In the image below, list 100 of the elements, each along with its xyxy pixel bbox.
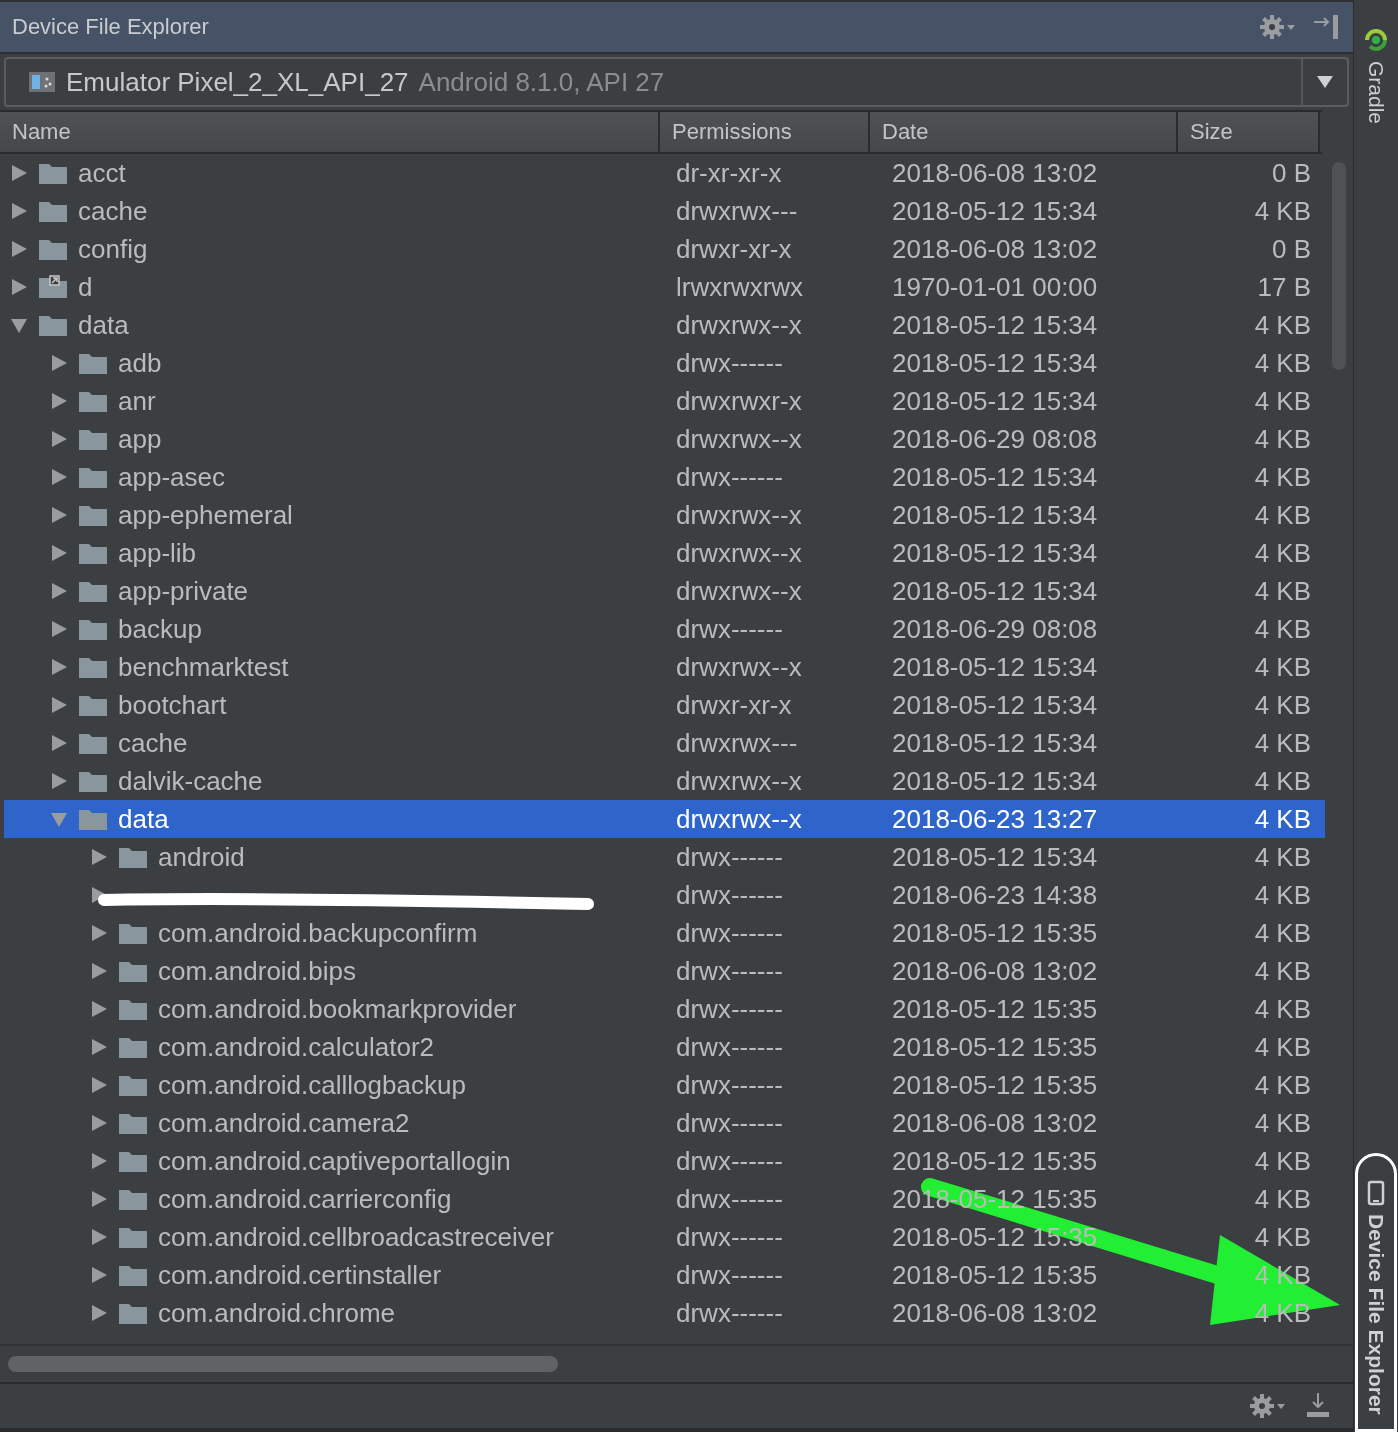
file-name: com.android.calculator2 bbox=[158, 1031, 435, 1063]
tree-row[interactable]: d lrwxrwxrwx 1970-01-01 00:00 17 B bbox=[4, 268, 1325, 306]
file-name: data bbox=[78, 309, 129, 341]
size-cell-text: 4 KB bbox=[1253, 499, 1312, 531]
permissions-cell-text: drwx------ bbox=[675, 1221, 784, 1253]
tree-row[interactable]: acct dr-xr-xr-x 2018-06-08 13:02 0 B bbox=[4, 154, 1325, 192]
tree-row[interactable]: anr drwxrwxr-x 2018-05-12 15:34 4 KB bbox=[4, 382, 1325, 420]
tree-row[interactable]: adb drwx------ 2018-05-12 15:34 4 KB bbox=[4, 344, 1325, 382]
device-dropdown[interactable]: Emulator Pixel_2_XL_API_27 Android 8.1.0, API 27 bbox=[4, 57, 1349, 107]
size-cell-text: 4 KB bbox=[1253, 841, 1312, 873]
column-header[interactable]: Name bbox=[0, 112, 660, 152]
tree-row[interactable]: com.android.bips drwx------ 2018-06-08 13:02 4 KB bbox=[4, 952, 1325, 990]
size-cell-text: 4 KB bbox=[1253, 385, 1312, 417]
permissions-cell-text: drwxrwxr-x bbox=[675, 385, 803, 417]
folder-icon bbox=[118, 997, 148, 1021]
permissions-cell-text: drwxrwx--- bbox=[675, 727, 799, 759]
tree-row[interactable]: benchmarktest drwxrwx--x 2018-05-12 15:34 4 KB bbox=[4, 648, 1325, 686]
permissions-cell-text: drwxrwx--x bbox=[675, 499, 803, 531]
tree-row[interactable]: com.android.calllogbackup drwx------ 2018-05-12 15:35 4 KB bbox=[4, 1066, 1325, 1104]
tree-row[interactable]: app-ephemeral drwxrwx--x 2018-05-12 15:34 4 KB bbox=[4, 496, 1325, 534]
file-name: d bbox=[78, 271, 93, 303]
file-name: acct bbox=[78, 157, 126, 189]
size-cell-text: 17 B bbox=[1256, 271, 1312, 303]
size-cell-text: 4 KB bbox=[1253, 1031, 1312, 1063]
tree-row[interactable]: app-private drwxrwx--x 2018-05-12 15:34 4 KB bbox=[4, 572, 1325, 610]
date-cell-text: 2018-05-12 15:34 bbox=[891, 537, 1099, 569]
size-cell-text: 4 KB bbox=[1253, 613, 1312, 645]
date-cell-text: 2018-05-12 15:34 bbox=[891, 461, 1099, 493]
permissions-cell-text: drwx------ bbox=[675, 613, 784, 645]
hide-panel-icon[interactable] bbox=[1313, 14, 1341, 40]
file-name: com.android.chrome bbox=[158, 1297, 395, 1329]
tree-row[interactable]: config drwxr-xr-x 2018-06-08 13:02 0 B bbox=[4, 230, 1325, 268]
device-detail: Android 8.1.0, API 27 bbox=[418, 66, 665, 98]
date-cell-text: 2018-06-08 13:02 bbox=[891, 1297, 1099, 1329]
tree-row[interactable]: bootchart drwxr-xr-x 2018-05-12 15:34 4 KB bbox=[4, 686, 1325, 724]
tree-row[interactable]: backup drwx------ 2018-06-29 08:08 4 KB bbox=[4, 610, 1325, 648]
tree-row[interactable]: app-asec drwx------ 2018-05-12 15:34 4 KB bbox=[4, 458, 1325, 496]
file-name: adb bbox=[118, 347, 162, 379]
size-cell-text: 4 KB bbox=[1253, 727, 1312, 759]
column-header[interactable]: Size bbox=[1178, 112, 1320, 152]
folder-icon bbox=[118, 1073, 148, 1097]
download-icon[interactable] bbox=[1305, 1392, 1331, 1420]
date-cell-text: 1970-01-01 00:00 bbox=[891, 271, 1099, 303]
tree-row[interactable]: drwx------ 2018-06-23 14:38 4 KB bbox=[4, 876, 1325, 914]
file-name: benchmarktest bbox=[118, 651, 289, 683]
folder-icon bbox=[38, 237, 68, 261]
folder-icon bbox=[78, 731, 108, 755]
permissions-cell-text: drwx------ bbox=[675, 1031, 784, 1063]
date-cell-text: 2018-06-29 08:08 bbox=[891, 423, 1099, 455]
tree-row[interactable]: data drwxrwx--x 2018-06-23 13:27 4 KB bbox=[4, 800, 1325, 838]
date-cell-text: 2018-05-12 15:34 bbox=[891, 765, 1099, 797]
caret-icon bbox=[1316, 75, 1334, 89]
file-name: com.android.carrierconfig bbox=[158, 1183, 452, 1215]
tree-row[interactable]: data drwxrwx--x 2018-05-12 15:34 4 KB bbox=[4, 306, 1325, 344]
size-cell-text: 4 KB bbox=[1253, 689, 1312, 721]
folder-icon bbox=[78, 351, 108, 375]
date-cell-text: 2018-05-12 15:34 bbox=[891, 841, 1099, 873]
size-cell-text: 4 KB bbox=[1253, 575, 1312, 607]
column-header[interactable]: Date bbox=[870, 112, 1178, 152]
folder-icon bbox=[78, 389, 108, 413]
file-name: app-asec bbox=[118, 461, 225, 493]
permissions-cell-text: drwxrwx--x bbox=[675, 423, 803, 455]
date-cell-text: 2018-05-12 15:35 bbox=[891, 993, 1099, 1025]
folder-icon bbox=[78, 541, 108, 565]
permissions-cell-text: drwx------ bbox=[675, 1259, 784, 1291]
file-name: cache bbox=[118, 727, 188, 759]
size-cell-text: 4 KB bbox=[1253, 879, 1312, 911]
tree-row[interactable]: com.android.calculator2 drwx------ 2018-05-12 15:35 4 KB bbox=[4, 1028, 1325, 1066]
tree-row[interactable]: com.android.bookmarkprovider drwx------ 2018-05-12 15:35 4 KB bbox=[4, 990, 1325, 1028]
size-cell-text: 4 KB bbox=[1253, 803, 1312, 835]
file-name: android bbox=[158, 841, 245, 873]
tree-row[interactable]: com.android.captiveportallogin drwx------ 2018-05-12 15:35 4 KB bbox=[4, 1142, 1325, 1180]
tree-row[interactable]: cache drwxrwx--- 2018-05-12 15:34 4 KB bbox=[4, 724, 1325, 762]
tree-row[interactable]: cache drwxrwx--- 2018-05-12 15:34 4 KB bbox=[4, 192, 1325, 230]
tree-row[interactable]: dalvik-cache drwxrwx--x 2018-05-12 15:34 4 KB bbox=[4, 762, 1325, 800]
size-cell-text: 4 KB bbox=[1253, 765, 1312, 797]
date-cell-text: 2018-05-12 15:34 bbox=[891, 195, 1099, 227]
tree-row[interactable]: com.android.backupconfirm drwx------ 2018-05-12 15:35 4 KB bbox=[4, 914, 1325, 952]
tree-row[interactable]: app-lib drwxrwx--x 2018-05-12 15:34 4 KB bbox=[4, 534, 1325, 572]
tree-row[interactable]: android drwx------ 2018-05-12 15:34 4 KB bbox=[4, 838, 1325, 876]
scrollbar-thumb[interactable] bbox=[8, 1356, 558, 1372]
file-name: com.android.bips bbox=[158, 955, 356, 987]
folder-icon bbox=[38, 313, 68, 337]
tree-row[interactable]: app drwxrwx--x 2018-06-29 08:08 4 KB bbox=[4, 420, 1325, 458]
size-cell-text: 0 B bbox=[1270, 157, 1312, 189]
file-name: data bbox=[118, 803, 169, 835]
tree-row[interactable]: com.android.camera2 drwx------ 2018-06-08 13:02 4 KB bbox=[4, 1104, 1325, 1142]
date-cell-text: 2018-06-23 14:38 bbox=[891, 879, 1099, 911]
permissions-cell-text: drwxrwx--x bbox=[675, 309, 803, 341]
column-header[interactable]: Permissions bbox=[660, 112, 870, 152]
file-name: com.android.calllogbackup bbox=[158, 1069, 466, 1101]
size-cell-text: 4 KB bbox=[1253, 1221, 1312, 1253]
date-cell-text: 2018-05-12 15:34 bbox=[891, 347, 1099, 379]
side-tab[interactable]: Device File Explorer bbox=[1355, 1153, 1397, 1432]
folder-icon bbox=[78, 807, 108, 831]
collapse-arrow-icon[interactable] bbox=[10, 316, 28, 334]
folder-icon bbox=[118, 1225, 148, 1249]
permissions-cell-text: lrwxrwxrwx bbox=[675, 271, 805, 303]
permissions-cell-text: drwx------ bbox=[675, 1069, 784, 1101]
date-cell-text: 2018-05-12 15:35 bbox=[891, 1031, 1099, 1063]
